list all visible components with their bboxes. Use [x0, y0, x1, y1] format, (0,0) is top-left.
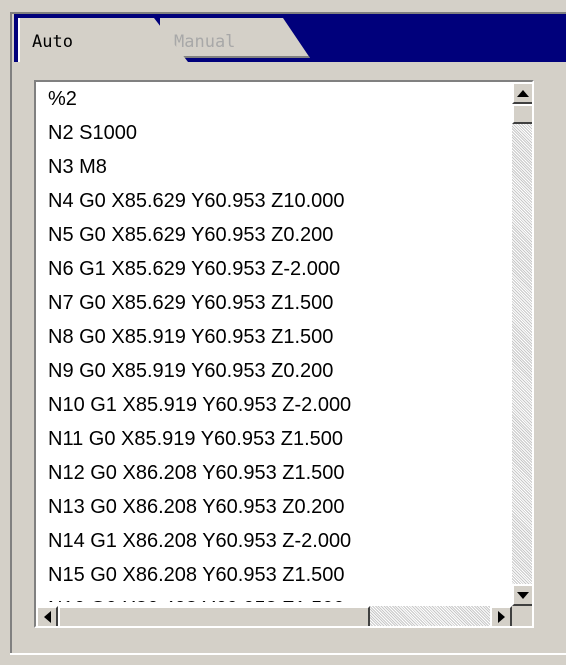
panel-frame-bottom — [10, 653, 566, 655]
program-line[interactable]: N9 G0 X85.919 Y60.953 Z0.200 — [48, 354, 508, 388]
program-line[interactable]: N3 M8 — [48, 150, 508, 184]
program-line[interactable]: N6 G1 X85.629 Y60.953 Z-2.000 — [48, 252, 508, 286]
horizontal-scroll-thumb[interactable] — [58, 606, 370, 626]
program-line[interactable]: N2 S1000 — [48, 116, 508, 150]
program-line[interactable]: N14 G1 X86.208 Y60.953 Z-2.000 — [48, 524, 508, 558]
panel-frame-left — [10, 12, 12, 655]
arrow-down-icon — [517, 591, 529, 599]
program-line[interactable]: N11 G0 X85.919 Y60.953 Z1.500 — [48, 422, 508, 456]
program-line[interactable]: N7 G0 X85.629 Y60.953 Z1.500 — [48, 286, 508, 320]
scroll-down-button[interactable] — [512, 584, 532, 606]
program-line[interactable]: N12 G0 X86.208 Y60.953 Z1.500 — [48, 456, 508, 490]
program-line[interactable]: N8 G0 X85.919 Y60.953 Z1.500 — [48, 320, 508, 354]
program-line[interactable]: N5 G0 X85.629 Y60.953 Z0.200 — [48, 218, 508, 252]
program-listbox[interactable]: %2 N2 S1000 N3 M8 N4 G0 X85.629 Y60.953 Z10… — [34, 80, 534, 628]
program-panel: Manual Auto %2 N2 S1000 N3 M8 N4 G0 X85.629… — [0, 0, 566, 665]
tab-auto-label: Auto — [32, 32, 73, 52]
arrow-left-icon — [43, 611, 51, 623]
scrollbar-corner — [512, 606, 532, 626]
vertical-scroll-thumb[interactable] — [512, 104, 532, 124]
scroll-right-button[interactable] — [490, 606, 512, 626]
program-lines: %2 N2 S1000 N3 M8 N4 G0 X85.629 Y60.953 Z10… — [48, 82, 508, 602]
horizontal-scrollbar[interactable] — [36, 606, 512, 626]
program-line[interactable]: %2 — [48, 82, 508, 116]
program-line[interactable]: N4 G0 X85.629 Y60.953 Z10.000 — [48, 184, 508, 218]
program-line[interactable]: N16 G0 X86.498 Y60.953 Z1.500 — [48, 592, 508, 602]
program-line[interactable]: N15 G0 X86.208 Y60.953 Z1.500 — [48, 558, 508, 592]
scroll-left-button[interactable] — [36, 606, 58, 626]
program-line[interactable]: N13 G0 X86.208 Y60.953 Z0.200 — [48, 490, 508, 524]
tab-auto-highlight — [18, 18, 20, 62]
program-line[interactable]: N10 G1 X85.919 Y60.953 Z-2.000 — [48, 388, 508, 422]
arrow-right-icon — [497, 611, 505, 623]
tab-manual-label: Manual — [174, 32, 236, 52]
scroll-up-button[interactable] — [512, 82, 532, 104]
arrow-up-icon — [517, 89, 529, 97]
vertical-scrollbar[interactable] — [512, 82, 532, 606]
